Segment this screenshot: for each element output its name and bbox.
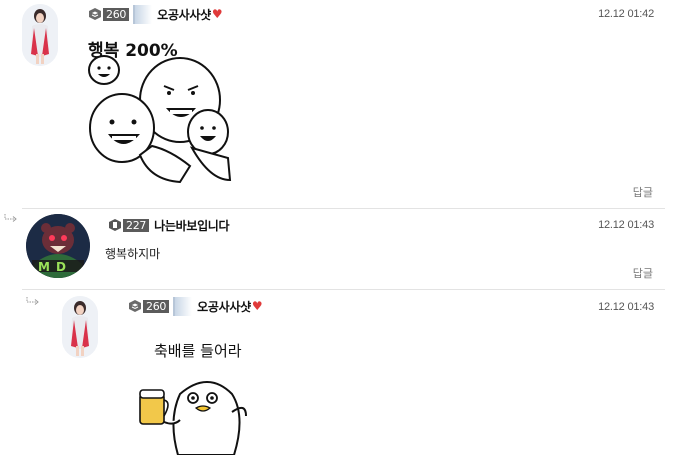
timestamp: 12.12 01:42 — [598, 8, 654, 20]
level-badge: 260 — [88, 7, 130, 21]
profile-thumbnail[interactable] — [133, 4, 153, 24]
level-number: 260 — [103, 7, 130, 21]
timestamp: 12.12 01:43 — [598, 301, 654, 313]
level-badge-icon — [89, 8, 101, 20]
avatar-image — [62, 296, 98, 358]
sticker-image: 축배를 들어라 — [128, 336, 258, 455]
level-badge-icon — [109, 219, 121, 231]
profile-thumbnail[interactable] — [173, 296, 193, 316]
avatar[interactable]: MD — [26, 214, 90, 278]
nickname[interactable]: 오공사사샷 — [157, 6, 211, 23]
reply-arrow-icon — [4, 213, 18, 226]
timestamp: 12.12 01:43 — [598, 219, 654, 231]
nickname[interactable]: 오공사사샷 — [197, 298, 251, 315]
laughing-faces-icon — [88, 55, 232, 184]
avatar-badge-text: MD — [38, 260, 72, 274]
reply-button[interactable]: 답글 — [633, 265, 653, 281]
sticker-image: 행복 200% — [80, 30, 240, 186]
level-number: 260 — [143, 299, 170, 313]
level-badge-icon — [129, 300, 141, 312]
nickname[interactable]: 나는바보입니다 — [154, 217, 229, 234]
avatar-image — [22, 4, 58, 66]
avatar[interactable] — [22, 4, 58, 66]
duck-cheers-icon — [139, 381, 247, 455]
comment-text: 행복하지마 — [105, 247, 161, 261]
level-number: 227 — [123, 218, 150, 232]
comment-item: 260 오공사사샷 ♥ 12.12 01:43 축배를 들어라 — [0, 290, 675, 455]
heart-icon: ♥ — [251, 299, 263, 313]
comment-item: MD 227 나는바보입니다 12.12 01:43 행복하지마 답글 — [0, 208, 675, 290]
comment-item: 260 오공사사샷 ♥ 12.12 01:42 행복 200% 답글 — [0, 0, 675, 208]
heart-icon: ♥ — [211, 7, 223, 21]
avatar[interactable] — [62, 296, 98, 358]
level-badge: 227 — [108, 218, 150, 232]
reply-button[interactable]: 답글 — [633, 184, 653, 200]
level-badge: 260 — [128, 299, 170, 313]
reply-arrow-icon — [26, 296, 40, 309]
